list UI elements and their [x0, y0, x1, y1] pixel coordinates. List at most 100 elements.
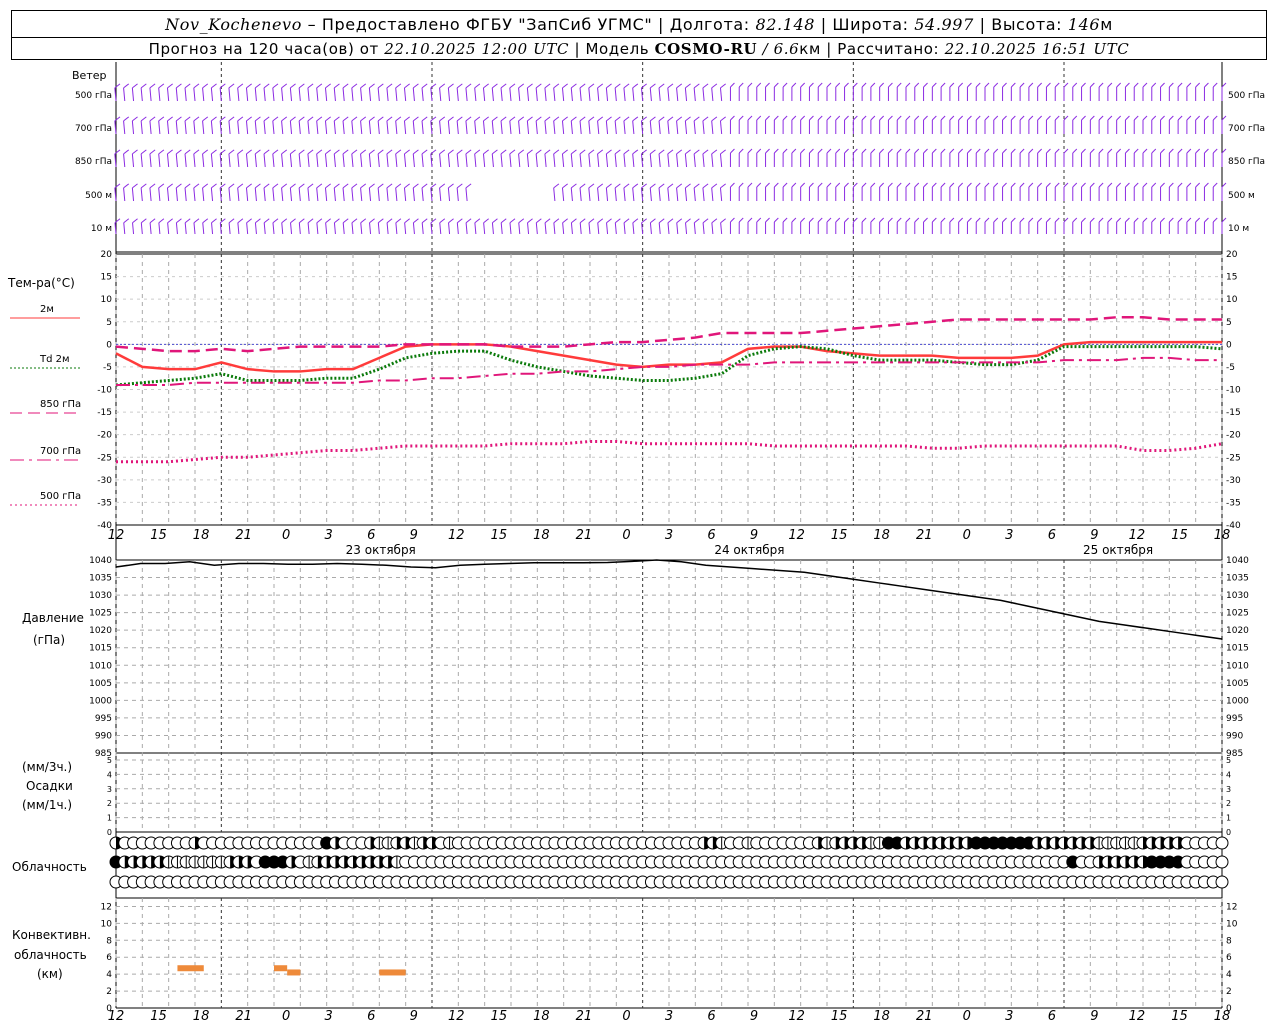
wind-barb-flag	[342, 149, 349, 155]
wind-barb-flag	[535, 116, 542, 122]
wind-barb-flag	[562, 116, 568, 122]
wind-level-label: 500 м	[85, 191, 112, 201]
wind-barb-flag	[544, 218, 551, 224]
wind-barb-flag	[272, 83, 279, 89]
conv-tick-right: 6	[1226, 953, 1232, 963]
wind-barb-flag	[773, 82, 779, 88]
date-label: 24 октября	[714, 543, 784, 557]
wind-barb-flag	[1002, 217, 1007, 223]
wind-barb-flag	[1125, 182, 1130, 188]
wind-barb-flag	[263, 116, 270, 122]
precip-tick-right: 4	[1226, 770, 1231, 779]
wind-barb-flag	[386, 183, 393, 189]
wind-barb	[676, 153, 679, 168]
wind-barb-flag	[844, 217, 849, 223]
wind-barb-flag	[702, 218, 709, 224]
pressure-tick-right: 990	[1226, 731, 1243, 741]
hour-label-bottom: 9	[750, 1009, 758, 1024]
wind-barb-flag	[158, 149, 165, 155]
wind-level-label-right: 850 гПа	[1228, 157, 1265, 167]
wind-barb	[263, 222, 266, 235]
wind-barb-flag	[914, 217, 920, 223]
wind-barb-flag	[773, 182, 779, 188]
wind-barb-flag	[623, 218, 630, 224]
wind-barb	[579, 120, 582, 135]
wind-barb-flag	[412, 149, 419, 155]
wind-barb	[333, 87, 336, 102]
wind-barb-flag	[896, 217, 902, 223]
wind-barb-flag	[421, 83, 428, 89]
wind-barb	[553, 187, 556, 202]
wind-barb-flag	[1019, 148, 1025, 154]
wind-barb	[667, 87, 670, 102]
wind-barb-flag	[588, 218, 595, 224]
wind-barb-flag	[1037, 115, 1043, 121]
wind-barb	[491, 222, 494, 235]
wind-barb-flag	[175, 116, 182, 122]
wind-barb-flag	[1133, 115, 1139, 121]
conv-bar	[177, 965, 204, 972]
hour-label-top: 0	[282, 528, 290, 543]
wind-barb-flag	[914, 182, 920, 188]
wind-barb-flag	[747, 115, 753, 121]
hour-label-bottom: 9	[1090, 1009, 1098, 1024]
wind-barb	[307, 187, 310, 202]
wind-barb	[395, 222, 398, 235]
wind-barb	[254, 120, 257, 135]
wind-barb-flag	[369, 149, 375, 155]
wind-barb	[719, 153, 723, 168]
hour-label-bottom: 3	[665, 1009, 673, 1024]
wind-barb-flag	[193, 149, 200, 155]
wind-barb-flag	[738, 217, 744, 223]
precip-tick-right: 1	[1226, 814, 1231, 823]
wind-barb	[228, 222, 231, 235]
wind-barb	[676, 87, 679, 102]
wind-barb-flag	[1142, 217, 1148, 223]
wind-barb-flag	[404, 83, 410, 89]
wind-barb-flag	[896, 115, 902, 121]
wind-barb-flag	[456, 218, 463, 224]
wind-barb-flag	[967, 217, 972, 223]
conv-tick-left: 4	[106, 970, 112, 980]
wind-barb	[237, 120, 240, 135]
wind-barb-flag	[1089, 182, 1095, 188]
wind-barb-flag	[597, 116, 604, 122]
conv-title-2: облачность	[14, 948, 87, 962]
wind-barb	[535, 222, 538, 235]
wind-barb-flag	[412, 83, 419, 89]
conv-tick-right: 12	[1226, 902, 1237, 912]
wind-barb	[535, 87, 538, 102]
wind-barb	[175, 153, 178, 168]
wind-barb	[360, 120, 363, 135]
hour-label-top: 12	[448, 528, 465, 543]
precip-tick-left: 4	[107, 770, 112, 779]
wind-barb	[307, 153, 310, 168]
wind-barb	[553, 222, 556, 235]
wind-barb-flag	[975, 148, 981, 154]
wind-barb-flag	[456, 116, 463, 122]
hour-label-top: 15	[150, 528, 167, 543]
wind-barb-flag	[518, 116, 525, 122]
wind-barb-flag	[140, 116, 147, 122]
wind-barb	[623, 187, 626, 202]
wind-barb-flag	[835, 115, 841, 121]
wind-barb	[632, 120, 635, 135]
wind-barb	[158, 222, 161, 235]
wind-barb-flag	[228, 183, 235, 189]
wind-barb	[210, 187, 214, 202]
wind-barb	[439, 222, 442, 235]
wind-barb-flag	[1002, 82, 1007, 88]
wind-barb	[219, 153, 222, 168]
pressure-tick-right: 1000	[1226, 696, 1249, 706]
wind-barb-flag	[1177, 82, 1183, 88]
wind-barb	[447, 187, 451, 202]
wind-barb-flag	[791, 182, 797, 188]
wind-barb	[588, 120, 591, 135]
wind-barb-flag	[747, 148, 753, 154]
wind-barb	[254, 153, 257, 168]
hour-label-top: 21	[576, 528, 593, 543]
wind-barb-flag	[421, 116, 428, 122]
wind-barb	[465, 120, 468, 135]
wind-barb	[184, 153, 187, 168]
wind-barb-flag	[870, 217, 876, 223]
